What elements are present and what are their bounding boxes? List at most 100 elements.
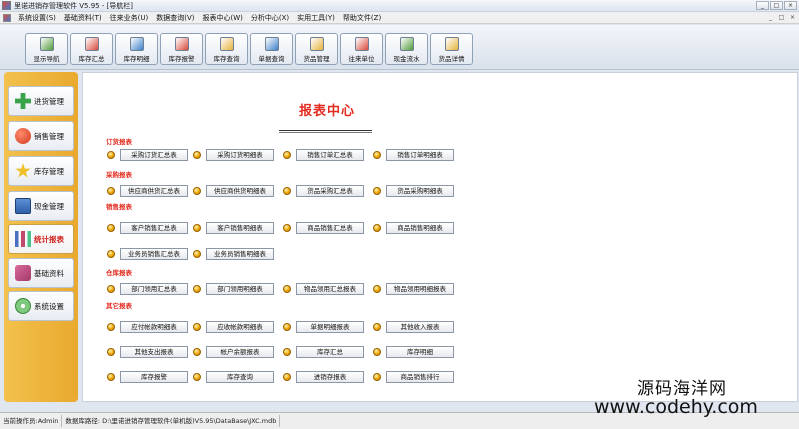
- toolbar-button-2[interactable]: 库存明细: [115, 33, 158, 65]
- report-button[interactable]: 其他收入报表: [386, 321, 454, 333]
- bullet-icon: [373, 373, 381, 381]
- maximize-button[interactable]: □: [770, 1, 783, 10]
- report-button[interactable]: 业务员销售汇总表: [120, 248, 188, 260]
- sidebar-item-label: 基础资料: [34, 268, 64, 278]
- report-button[interactable]: 单据明细报表: [296, 321, 364, 333]
- sidebar-item-label: 库存管理: [34, 166, 64, 176]
- sidebar-item-2[interactable]: 库存管理: [8, 156, 74, 186]
- plus-icon: [15, 93, 31, 109]
- report-button[interactable]: 客户销售明细表: [206, 222, 274, 234]
- sidebar-item-4[interactable]: 统计报表: [8, 224, 74, 254]
- report-button[interactable]: 物品领用明细报表: [386, 283, 454, 295]
- sidebar: 进货管理销售管理库存管理现金管理统计报表基础资料系统设置: [4, 72, 78, 402]
- title-divider: [279, 130, 372, 133]
- menu-help[interactable]: 帮助文件(Z): [339, 13, 385, 23]
- report-button[interactable]: 库存查询: [206, 371, 274, 383]
- toolbar-button-4[interactable]: 库存查询: [205, 33, 248, 65]
- report-button[interactable]: 供应商供货明细表: [206, 185, 274, 197]
- close-button[interactable]: ×: [784, 1, 797, 10]
- menu-business[interactable]: 往来业务(U): [106, 13, 153, 23]
- menu-utilities[interactable]: 实用工具(Y): [293, 13, 339, 23]
- document-icon: [264, 37, 279, 51]
- report-button[interactable]: 客户销售汇总表: [120, 222, 188, 234]
- report-button[interactable]: 库存汇总: [296, 346, 364, 358]
- bullet-icon: [283, 187, 291, 195]
- toolbar-button-label: 显示导航: [33, 55, 60, 63]
- query-icon: [219, 37, 234, 51]
- menu-bar: 系统设置(S) 基础资料(T) 往来业务(U) 数据查询(V) 报表中心(W) …: [0, 12, 799, 24]
- report-button[interactable]: 库存报警: [120, 371, 188, 383]
- report-entry: 销售订单明细表: [373, 149, 454, 161]
- menu-basic-data[interactable]: 基础资料(T): [60, 13, 106, 23]
- report-button[interactable]: 商品销售汇总表: [296, 222, 364, 234]
- report-button[interactable]: 部门领用汇总表: [120, 283, 188, 295]
- toolbar-button-9[interactable]: 货品详情: [430, 33, 473, 65]
- menu-report-center[interactable]: 报表中心(W): [199, 13, 247, 23]
- mdi-restore-button[interactable]: □: [777, 14, 786, 22]
- report-entry: 进销存报表: [283, 371, 364, 383]
- goods-icon: [309, 37, 324, 51]
- report-entry: 帐户余额报表: [193, 346, 274, 358]
- bullet-icon: [107, 224, 115, 232]
- toolbar-button-5[interactable]: 单据查询: [250, 33, 293, 65]
- report-entry: 单据明细报表: [283, 321, 364, 333]
- report-entry: 应收帐款明细表: [193, 321, 274, 333]
- report-button[interactable]: 应付帐款明细表: [120, 321, 188, 333]
- report-button[interactable]: 商品销售明细表: [386, 222, 454, 234]
- sidebar-item-0[interactable]: 进货管理: [8, 86, 74, 116]
- bullet-icon: [107, 250, 115, 258]
- report-button[interactable]: 商品销售排行: [386, 371, 454, 383]
- report-button[interactable]: 供应商供货汇总表: [120, 185, 188, 197]
- report-entry: 库存报警: [107, 371, 188, 383]
- bar-chart-icon: [15, 231, 31, 247]
- nav-icon: [39, 37, 54, 51]
- report-entry: 商品销售排行: [373, 371, 454, 383]
- toolbar-button-8[interactable]: 现金流水: [385, 33, 428, 65]
- sidebar-item-label: 现金管理: [34, 201, 64, 211]
- report-button[interactable]: 采购订货明细表: [206, 149, 274, 161]
- bullet-icon: [373, 348, 381, 356]
- menu-analysis-center[interactable]: 分析中心(X): [247, 13, 293, 23]
- report-button[interactable]: 库存明细: [386, 346, 454, 358]
- sidebar-item-5[interactable]: 基础资料: [8, 258, 74, 288]
- section-label: 仓库报表: [106, 269, 132, 277]
- report-button[interactable]: 销售订单明细表: [386, 149, 454, 161]
- toolbar-button-0[interactable]: 显示导航: [25, 33, 68, 65]
- report-button[interactable]: 业务员销售明细表: [206, 248, 274, 260]
- bullet-icon: [283, 224, 291, 232]
- report-button[interactable]: 其他支出报表: [120, 346, 188, 358]
- bullet-icon: [107, 187, 115, 195]
- report-button[interactable]: 货品采购汇总表: [296, 185, 364, 197]
- sidebar-item-6[interactable]: 系统设置: [8, 291, 74, 321]
- star-icon: [15, 163, 31, 178]
- report-button[interactable]: 部门领用明细表: [206, 283, 274, 295]
- report-entry: 采购订货明细表: [193, 149, 274, 161]
- menu-data-query[interactable]: 数据查询(V): [152, 13, 198, 23]
- report-entry: 客户销售明细表: [193, 222, 274, 234]
- sidebar-item-label: 销售管理: [34, 131, 64, 141]
- sidebar-item-3[interactable]: 现金管理: [8, 191, 74, 221]
- watermark-url: www.codehy.com: [594, 396, 758, 418]
- mdi-close-button[interactable]: ×: [788, 14, 797, 22]
- report-button[interactable]: 进销存报表: [296, 371, 364, 383]
- toolbar-button-6[interactable]: 货品管理: [295, 33, 338, 65]
- minimize-button[interactable]: _: [756, 1, 769, 10]
- toolbar-button-label: 现金流水: [393, 55, 420, 63]
- report-entry: 应付帐款明细表: [107, 321, 188, 333]
- toolbar-button-1[interactable]: 库存汇总: [70, 33, 113, 65]
- report-button[interactable]: 销售订单汇总表: [296, 149, 364, 161]
- report-entry: 商品销售明细表: [373, 222, 454, 234]
- menu-system-settings[interactable]: 系统设置(S): [14, 13, 60, 23]
- sidebar-item-1[interactable]: 销售管理: [8, 121, 74, 151]
- report-button[interactable]: 物品领用汇总报表: [296, 283, 364, 295]
- report-button[interactable]: 应收帐款明细表: [206, 321, 274, 333]
- mdi-minimize-button[interactable]: _: [766, 14, 775, 22]
- report-button[interactable]: 采购订货汇总表: [120, 149, 188, 161]
- bullet-icon: [283, 373, 291, 381]
- report-button[interactable]: 帐户余额报表: [206, 346, 274, 358]
- toolbar-button-7[interactable]: 往来单位: [340, 33, 383, 65]
- report-button[interactable]: 货品采购明细表: [386, 185, 454, 197]
- sidebar-item-label: 统计报表: [34, 234, 64, 244]
- sidebar-item-label: 系统设置: [34, 301, 64, 311]
- toolbar-button-3[interactable]: 库存报警: [160, 33, 203, 65]
